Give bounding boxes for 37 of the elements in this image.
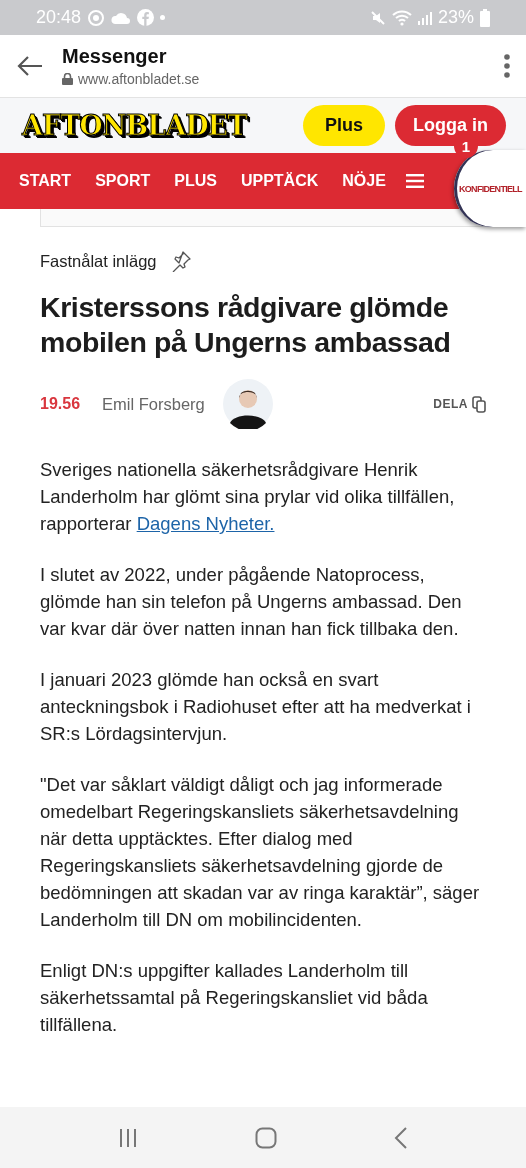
back-arrow-icon[interactable]	[16, 55, 44, 77]
paragraph: I slutet av 2022, under pågående Natoprocess, glömde han sin telefon på Ungerns ambassad. Den var kvar där över natten innan han fick tillbaka den.	[40, 563, 463, 641]
nav-link[interactable]: SPORT	[95, 172, 151, 190]
paragraph: "Det var såklart väldigt dåligt och jag informerade omedelbart Regeringskansliets säkerhetsavdelning när detta upptäcktes. Efter dialog med Regeringskansliets säkerhetsavdelning gjorde de bedömningen att skadan var av ringa karaktär”, säger Landerholm till DN om mobilincidenten.	[40, 773, 481, 932]
back-icon[interactable]	[393, 1126, 408, 1149]
nav-link[interactable]: NÖJE	[342, 172, 386, 190]
signal-icon	[417, 10, 432, 25]
headline: Kristerssons rådgivare glömde mobilen på Ungerns ambassad	[40, 290, 452, 360]
author-name[interactable]: Emil Forsberg	[102, 394, 205, 414]
source-link[interactable]: Dagens Nyheter.	[136, 513, 275, 534]
publish-time: 19.56	[40, 395, 81, 413]
cloud-icon	[111, 11, 132, 24]
mute-icon	[369, 9, 386, 26]
paragraph: Enligt DN:s uppgifter kallades Landerholm till säkerhetssamtal på Regeringskansliet vid båda tillfällena.	[40, 959, 429, 1037]
app-icon	[137, 9, 155, 26]
share-button[interactable]: DELA	[433, 395, 486, 413]
menu-icon[interactable]	[405, 174, 424, 188]
paragraph: Sveriges nationella säkerhetsrådgivare Henrik Landerholm har glömt sina prylar vid olika tillfällen, rapporterar Dagens Nyheter.	[40, 458, 456, 536]
paragraph: I januari 2023 glömde han också en svart anteckningsbok i Radiohuset efter att ha medverkat i SR:s Lördagsintervjun.	[40, 668, 472, 746]
browser-title: Messenger	[62, 45, 168, 68]
battery-icon	[480, 8, 490, 27]
pinned-label: Fastnålat inlägg	[40, 252, 157, 271]
pin-icon	[170, 251, 191, 272]
dot-icon	[160, 15, 166, 20]
more-menu-icon[interactable]	[504, 54, 510, 78]
nav-link[interactable]: START	[19, 172, 72, 190]
nav-link[interactable]: UPPTÄCK	[240, 172, 319, 190]
recent-apps-icon[interactable]	[118, 1127, 139, 1148]
lock-icon	[62, 73, 73, 85]
plus-button[interactable]: Plus	[303, 105, 385, 146]
copy-icon	[472, 395, 486, 413]
page-url: www.aftonbladet.se	[78, 71, 200, 87]
avatar-icon	[222, 379, 273, 429]
nav-link[interactable]: PLUS	[174, 172, 217, 190]
home-icon[interactable]	[255, 1126, 277, 1149]
sync-icon	[87, 8, 106, 27]
wifi-icon	[391, 9, 412, 26]
